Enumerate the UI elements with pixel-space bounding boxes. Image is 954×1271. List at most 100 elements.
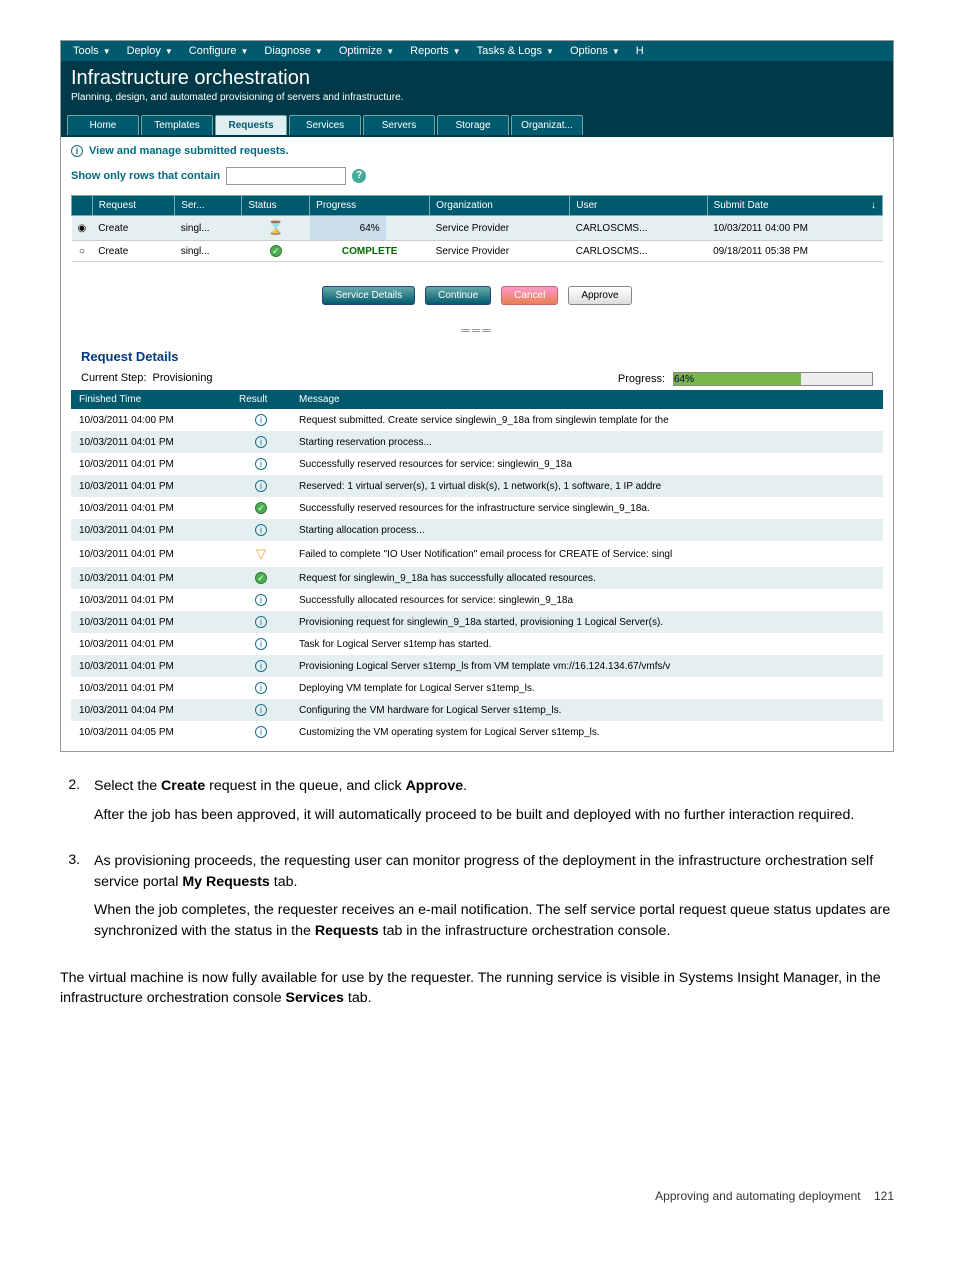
menu-reports[interactable]: Reports▼ [404,43,466,59]
row-radio[interactable]: ◉ [72,216,93,241]
log-row: 10/03/2011 04:01 PM▽Failed to complete "… [71,541,883,567]
cell-progress: COMPLETE [310,241,430,262]
filter-label: Show only rows that contain [71,170,220,182]
cell-submit-date: 09/18/2011 05:38 PM [707,241,882,262]
menu-help-truncated[interactable]: H [630,43,650,59]
tab-home[interactable]: Home [67,115,139,135]
cell-message: Starting allocation process... [291,519,883,541]
cell-message: Successfully allocated resources for ser… [291,589,883,611]
sort-down-icon: ↓ [871,200,876,211]
filter-input[interactable] [226,167,346,185]
menu-options[interactable]: Options▼ [564,43,626,59]
col-organization[interactable]: Organization [430,196,570,216]
chevron-down-icon: ▼ [165,47,173,56]
menu-tasks-logs[interactable]: Tasks & Logs▼ [471,43,560,59]
log-row: 10/03/2011 04:01 PMiDeploying VM templat… [71,677,883,699]
col-finished-time[interactable]: Finished Time [71,390,231,409]
cell-organization: Service Provider [430,216,570,241]
cell-result: i [231,677,291,699]
cell-request: Create [92,241,174,262]
cell-result: i [231,431,291,453]
warning-icon: ▽ [256,546,266,561]
col-progress[interactable]: Progress [310,196,430,216]
cell-message: Provisioning Logical Server s1temp_ls fr… [291,655,883,677]
chevron-down-icon: ▼ [240,47,248,56]
menu-optimize[interactable]: Optimize▼ [333,43,400,59]
col-service[interactable]: Ser... [175,196,242,216]
cell-finished-time: 10/03/2011 04:01 PM [71,431,231,453]
cell-finished-time: 10/03/2011 04:01 PM [71,655,231,677]
chevron-down-icon: ▼ [386,47,394,56]
log-row: 10/03/2011 04:05 PMiCustomizing the VM o… [71,721,883,743]
cell-message: Failed to complete "IO User Notification… [291,541,883,567]
cell-status: ⌛ [242,216,310,241]
info-icon: i [255,480,267,492]
instruction-list: 2. Select the Create request in the queu… [60,776,894,950]
col-message[interactable]: Message [291,390,883,409]
tab-storage[interactable]: Storage [437,115,509,135]
step-number: 3. [60,851,80,949]
request-details-title: Request Details [71,341,883,370]
tab-servers[interactable]: Servers [363,115,435,135]
col-request[interactable]: Request [92,196,174,216]
progress-bar: 64% [673,372,873,386]
chevron-down-icon: ▼ [453,47,461,56]
cell-message: Configuring the VM hardware for Logical … [291,699,883,721]
continue-button[interactable]: Continue [425,286,491,305]
cell-service: singl... [175,241,242,262]
page-subtitle: Planning, design, and automated provisio… [71,92,883,103]
col-user[interactable]: User [570,196,707,216]
cell-user: CARLOSCMS... [570,216,707,241]
info-icon: i [255,524,267,536]
tab-services[interactable]: Services [289,115,361,135]
cell-result: i [231,611,291,633]
cell-finished-time: 10/03/2011 04:01 PM [71,677,231,699]
cancel-button[interactable]: Cancel [501,286,558,305]
tab-organization[interactable]: Organizat... [511,115,583,135]
row-radio[interactable]: ○ [72,241,93,262]
log-row: 10/03/2011 04:01 PMiProvisioning Logical… [71,655,883,677]
current-step-value: Provisioning [153,372,213,384]
menu-configure[interactable]: Configure▼ [183,43,255,59]
table-row[interactable]: ◉Createsingl...⌛64%Service ProviderCARLO… [72,216,883,241]
cell-message: Provisioning request for singlewin_9_18a… [291,611,883,633]
step-number: 2. [60,776,80,833]
log-row: 10/03/2011 04:01 PMiStarting reservation… [71,431,883,453]
cell-result: i [231,409,291,431]
info-icon: i [255,638,267,650]
cell-message: Request for singlewin_9_18a has successf… [291,567,883,589]
progress-complete: COMPLETE [316,246,424,257]
log-row: 10/03/2011 04:01 PMiSuccessfully reserve… [71,453,883,475]
col-result[interactable]: Result [231,390,291,409]
chevron-down-icon: ▼ [546,47,554,56]
menu-tools[interactable]: Tools▼ [67,43,117,59]
progress-label: Progress: [618,373,665,385]
col-status[interactable]: Status [242,196,310,216]
cell-result: i [231,475,291,497]
cell-result: ✓ [231,497,291,519]
cell-result: i [231,519,291,541]
cell-message: Task for Logical Server s1temp has start… [291,633,883,655]
approve-button[interactable]: Approve [568,286,631,305]
cell-finished-time: 10/03/2011 04:01 PM [71,519,231,541]
info-banner: i View and manage submitted requests. [71,145,883,157]
menu-deploy[interactable]: Deploy▼ [121,43,179,59]
cell-organization: Service Provider [430,241,570,262]
info-icon: i [255,414,267,426]
table-row[interactable]: ○Createsingl...✓COMPLETEService Provider… [72,241,883,262]
tab-templates[interactable]: Templates [141,115,213,135]
cell-message: Starting reservation process... [291,431,883,453]
tab-requests[interactable]: Requests [215,115,287,135]
progress-value: 64% [674,374,694,385]
page-title: Infrastructure orchestration [71,67,883,90]
splitter-handle[interactable]: ═══ [71,319,883,341]
cell-result: i [231,655,291,677]
service-details-button[interactable]: Service Details [322,286,415,305]
cell-user: CARLOSCMS... [570,241,707,262]
col-submit-date[interactable]: Submit Date ↓ [707,196,882,216]
menu-diagnose[interactable]: Diagnose▼ [258,43,328,59]
requests-table: Request Ser... Status Progress Organizat… [71,195,883,262]
cell-result: i [231,633,291,655]
help-icon[interactable]: ? [352,169,366,183]
step2-followup: After the job has been approved, it will… [94,805,894,826]
